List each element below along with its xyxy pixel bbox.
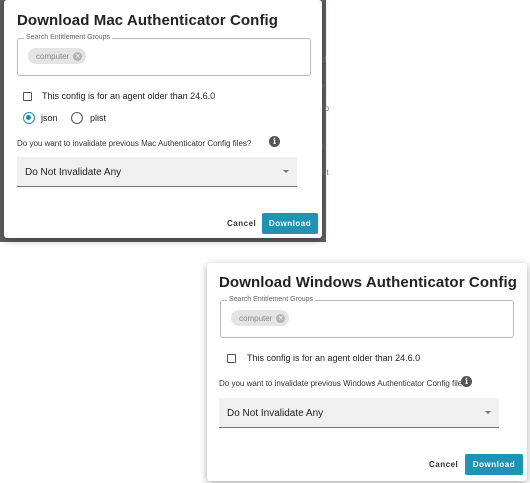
search-field-legend: Search Entitlement Groups: [24, 33, 113, 43]
cancel-button[interactable]: Cancel: [227, 219, 256, 228]
remove-chip-icon[interactable]: ×: [73, 51, 83, 61]
legacy-agent-checkbox[interactable]: [227, 354, 236, 363]
background-text: i: [322, 142, 324, 151]
background-text: r: [322, 82, 325, 91]
invalidate-select[interactable]: Do Not Invalidate Any: [17, 157, 297, 187]
dialog-title: Download Windows Authenticator Config: [219, 274, 517, 291]
dialog-title: Download Mac Authenticator Config: [17, 12, 279, 29]
info-icon[interactable]: i: [269, 136, 280, 147]
remove-chip-icon[interactable]: ×: [276, 313, 286, 323]
invalidate-select-value: Do Not Invalidate Any: [25, 167, 122, 178]
json-format-radio[interactable]: [23, 112, 35, 124]
chevron-down-icon: [283, 170, 289, 173]
json-format-label: json: [41, 113, 58, 123]
entitlement-groups-search-input[interactable]: Search Entitlement Groups computer ×: [220, 295, 514, 338]
legacy-agent-checkbox[interactable]: [23, 92, 32, 101]
entitlement-chip: computer ×: [28, 48, 87, 64]
info-icon[interactable]: i: [461, 376, 472, 387]
plist-format-radio[interactable]: [71, 112, 83, 124]
plist-format-label: plist: [90, 113, 107, 123]
windows-config-dialog: Download Windows Authenticator Config Se…: [207, 263, 527, 481]
entitlement-groups-search-input[interactable]: Search Entitlement Groups computer ×: [17, 33, 311, 76]
mac-config-dialog: Download Mac Authenticator Config Search…: [4, 0, 322, 238]
invalidate-question: Do you want to invalidate previous Windo…: [219, 379, 471, 388]
download-button[interactable]: Download: [262, 213, 318, 234]
background-text: pt: [322, 168, 329, 177]
entitlement-chip: computer ×: [231, 310, 290, 326]
download-button[interactable]: Download: [465, 454, 523, 475]
chip-label: computer: [239, 313, 273, 323]
search-field-legend: Search Entitlement Groups: [227, 295, 316, 305]
invalidate-select[interactable]: Do Not Invalidate Any: [219, 398, 499, 428]
invalidate-select-value: Do Not Invalidate Any: [227, 408, 324, 419]
legacy-agent-label: This config is for an agent older than 2…: [42, 91, 216, 101]
chip-label: computer: [36, 51, 70, 61]
legacy-agent-label: This config is for an agent older than 2…: [247, 353, 421, 363]
cancel-button[interactable]: Cancel: [429, 460, 458, 469]
chevron-down-icon: [485, 411, 491, 414]
background-text: d: [322, 55, 327, 64]
background-text: ro: [322, 104, 330, 113]
invalidate-question: Do you want to invalidate previous Mac A…: [17, 139, 252, 148]
